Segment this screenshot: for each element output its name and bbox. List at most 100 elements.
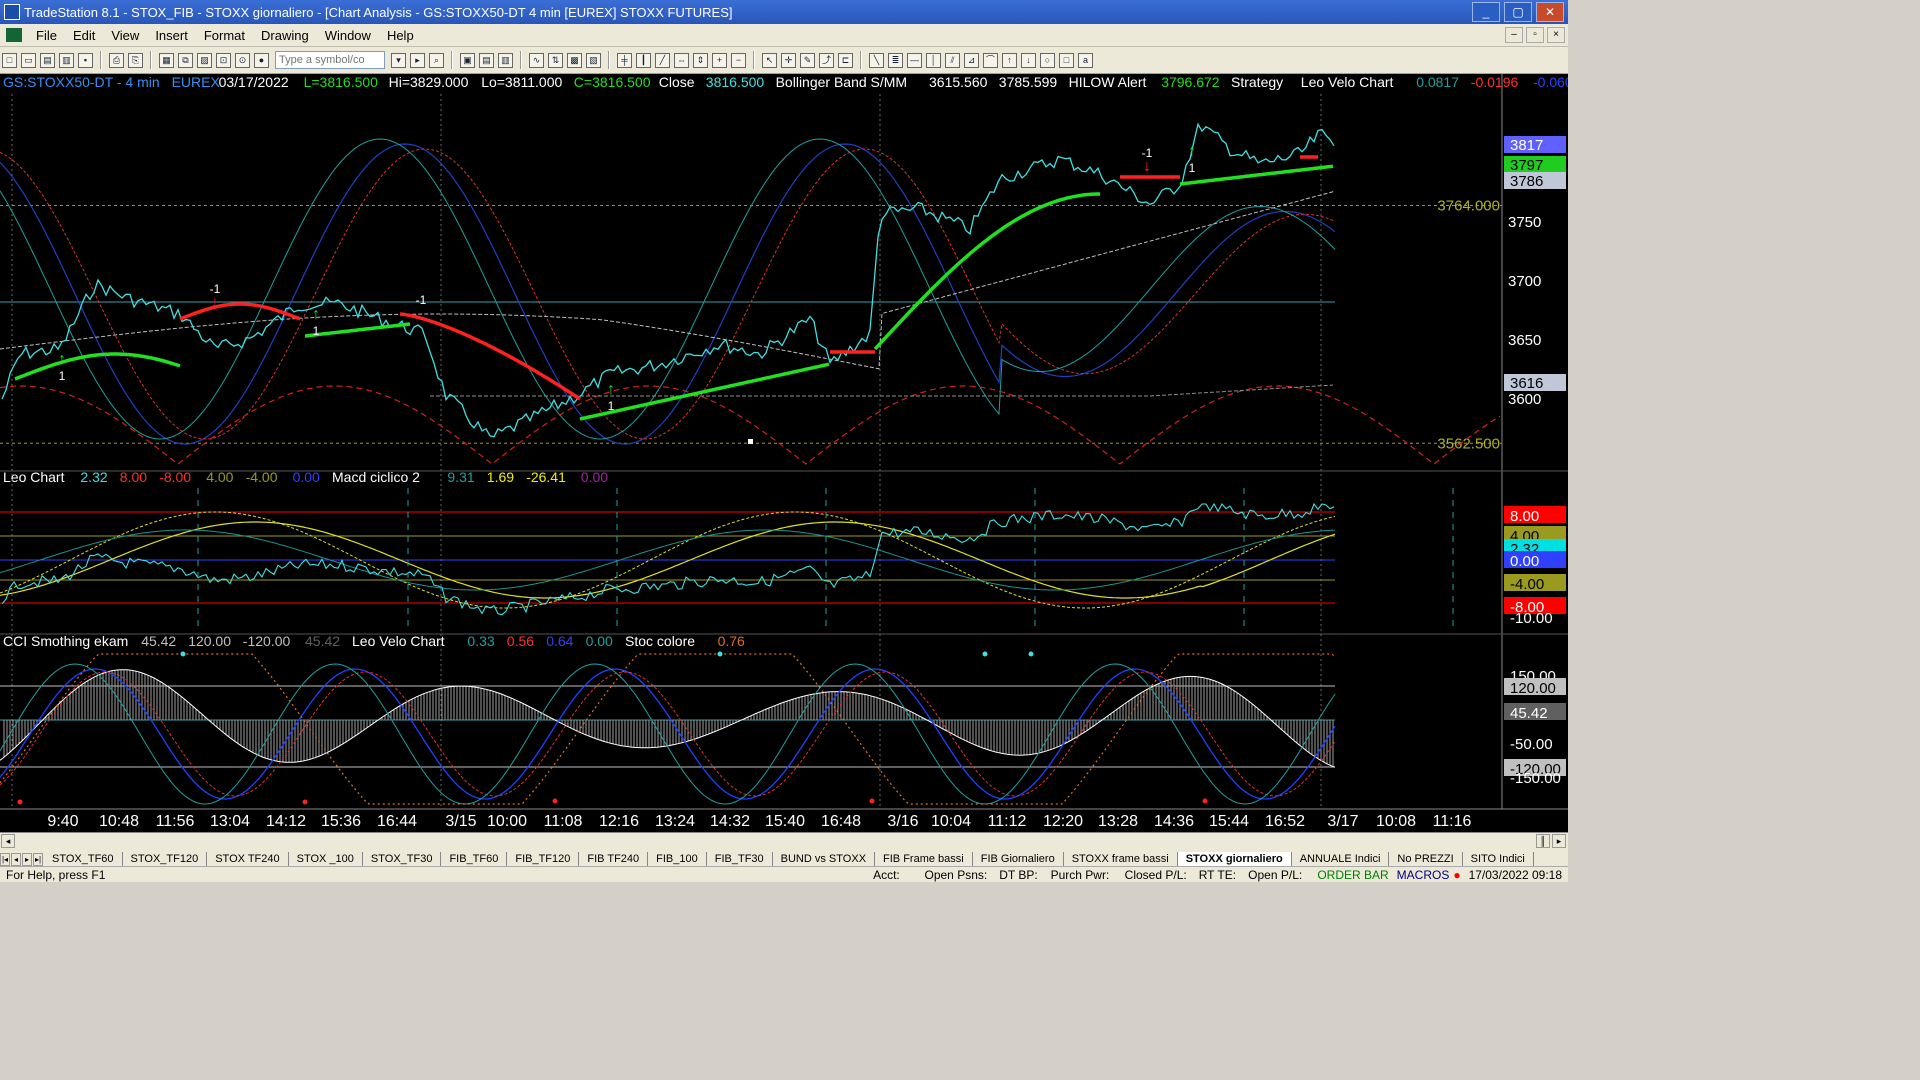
hline-icon[interactable]: ― bbox=[907, 52, 922, 68]
symbol-input[interactable] bbox=[275, 51, 385, 69]
minimize-button[interactable]: _ bbox=[1472, 2, 1500, 22]
menu-drawing[interactable]: Drawing bbox=[253, 28, 317, 43]
tab-stoxx-frame-bassi[interactable]: STOXX frame bassi bbox=[1064, 852, 1178, 866]
tab-no-prezzi[interactable]: No PREZZI bbox=[1389, 852, 1463, 866]
scroll-thumb[interactable]: ║ bbox=[1536, 834, 1550, 848]
go-icon[interactable]: ▸ bbox=[410, 52, 425, 68]
copy-icon[interactable]: ⧉ bbox=[178, 52, 193, 68]
analysis-icon[interactable]: ▧ bbox=[586, 52, 601, 68]
arc-icon[interactable]: ⌒ bbox=[983, 52, 998, 68]
menu-file[interactable]: File bbox=[28, 28, 65, 43]
bracket-icon[interactable]: ⊏ bbox=[838, 52, 853, 68]
close-button[interactable]: ✕ bbox=[1536, 2, 1564, 22]
tab-fib-tf120[interactable]: FIB_TF120 bbox=[507, 852, 580, 866]
chart-icon[interactable]: ▣ bbox=[460, 52, 475, 68]
scroll-left-icon[interactable]: ◂ bbox=[1, 834, 15, 848]
channel-icon[interactable]: ⫽ bbox=[945, 52, 960, 68]
zoom-out-icon[interactable]: − bbox=[731, 52, 746, 68]
radar-icon[interactable]: ▤ bbox=[479, 52, 494, 68]
price-badge-2: 3786 bbox=[1510, 173, 1543, 190]
strategy-arrow-1: ↓ bbox=[211, 294, 219, 311]
vline-icon[interactable]: │ bbox=[926, 52, 941, 68]
tab-stox-tf240[interactable]: STOX TF240 bbox=[207, 852, 289, 866]
tab-last-icon[interactable]: ▸| bbox=[33, 853, 43, 866]
symbol-dropdown-icon[interactable]: ▾ bbox=[391, 52, 406, 68]
arrow-down-icon[interactable]: ↓ bbox=[1021, 52, 1036, 68]
tab-fib-100[interactable]: FIB_100 bbox=[648, 852, 707, 866]
menu-format[interactable]: Format bbox=[196, 28, 253, 43]
line-chart-icon[interactable]: ╱ bbox=[655, 52, 670, 68]
tools-icon[interactable]: ✎ bbox=[800, 52, 815, 68]
menu-help[interactable]: Help bbox=[379, 28, 422, 43]
candle-icon[interactable]: ┃ bbox=[636, 52, 651, 68]
maximize-button[interactable]: ▢ bbox=[1504, 2, 1532, 22]
format-icon[interactable]: ▩ bbox=[567, 52, 582, 68]
window-icon[interactable]: ▦ bbox=[159, 52, 174, 68]
new-workspace-icon[interactable]: ▥ bbox=[59, 52, 74, 68]
tab-fib-tf30[interactable]: FIB_TF30 bbox=[707, 852, 773, 866]
arrow-up-icon[interactable]: ↑ bbox=[1002, 52, 1017, 68]
tab-stoxx-giornaliero[interactable]: STOXX giornaliero bbox=[1177, 852, 1292, 866]
link-icon[interactable]: ⊙ bbox=[235, 52, 250, 68]
tab-prev-icon[interactable]: ◂ bbox=[11, 853, 21, 866]
menu-window[interactable]: Window bbox=[317, 28, 379, 43]
scale-icon[interactable]: ⇕ bbox=[693, 52, 708, 68]
tab-fib-frame-bassi[interactable]: FIB Frame bassi bbox=[875, 852, 973, 866]
text-icon[interactable]: a bbox=[1078, 52, 1093, 68]
tab-first-icon[interactable]: |◂ bbox=[0, 853, 10, 866]
print-icon[interactable]: ⎙ bbox=[109, 52, 124, 68]
menu-view[interactable]: View bbox=[103, 28, 147, 43]
zoom-in-icon[interactable]: + bbox=[712, 52, 727, 68]
new-icon[interactable]: □ bbox=[2, 52, 17, 68]
tab-bund-vs-stoxx[interactable]: BUND vs STOXX bbox=[773, 852, 876, 866]
mdi-close-button[interactable]: × bbox=[1547, 27, 1565, 43]
ellipse-icon[interactable]: ○ bbox=[1040, 52, 1055, 68]
globe-icon[interactable]: ● bbox=[254, 52, 269, 68]
open-workspace-icon[interactable]: ▤ bbox=[40, 52, 55, 68]
trendline-icon[interactable]: ╲ bbox=[869, 52, 884, 68]
scroll-icon[interactable]: ⇔ bbox=[674, 52, 689, 68]
chart-canvas[interactable]: GS:STOXX50-DT - 4 min EUREX03/17/2022 L=38… bbox=[0, 74, 1568, 832]
tab-fib-tf240[interactable]: FIB TF240 bbox=[579, 852, 649, 866]
chart-header-value-0: GS:STOXX50-DT - 4 min bbox=[3, 74, 160, 90]
status-macros[interactable]: MACROS bbox=[1391, 868, 1452, 882]
chart-window-icon[interactable] bbox=[6, 28, 22, 42]
symbol-lookup-icon[interactable]: ⌕ bbox=[429, 52, 444, 68]
time-axis-label-16: 10:04 bbox=[931, 813, 971, 830]
tab-stox-tf120[interactable]: STOX_TF120 bbox=[123, 852, 208, 866]
horizontal-scrollbar[interactable]: ◂ ║ ▸ bbox=[0, 832, 1568, 849]
paste-icon[interactable]: ▨ bbox=[197, 52, 212, 68]
help-text: For Help, press F1 bbox=[6, 867, 106, 882]
print-preview-icon[interactable]: ⎘ bbox=[128, 52, 143, 68]
open-icon[interactable]: ▭ bbox=[21, 52, 36, 68]
tab-stox-tf30[interactable]: STOX_TF30 bbox=[363, 852, 442, 866]
panel3-axis-label-1: 120.00 bbox=[1510, 680, 1556, 697]
tab-stox-tf60[interactable]: STOX_TF60 bbox=[44, 852, 123, 866]
export-icon[interactable]: ⤴ bbox=[819, 52, 834, 68]
status-order-bar[interactable]: ORDER BAR bbox=[1311, 868, 1390, 882]
menu-insert[interactable]: Insert bbox=[147, 28, 196, 43]
fib-icon[interactable]: ≣ bbox=[888, 52, 903, 68]
tab-fib-tf60[interactable]: FIB_TF60 bbox=[441, 852, 508, 866]
bar-chart-icon[interactable]: ╪ bbox=[617, 52, 632, 68]
crosshair-icon[interactable]: ✛ bbox=[781, 52, 796, 68]
scroll-right-icon[interactable]: ▸ bbox=[1552, 834, 1566, 848]
tab-sito-indici[interactable]: SITO Indici bbox=[1463, 852, 1534, 866]
tab-next-icon[interactable]: ▸ bbox=[22, 853, 32, 866]
strategy-icon[interactable]: ⇅ bbox=[548, 52, 563, 68]
tab-fib-giornaliero[interactable]: FIB Giornaliero bbox=[973, 852, 1064, 866]
panel2-axis-label-4: -4.00 bbox=[1510, 576, 1544, 593]
indicator-icon[interactable]: ∿ bbox=[529, 52, 544, 68]
pointer-icon[interactable]: ↖ bbox=[762, 52, 777, 68]
save-icon[interactable]: ▪ bbox=[78, 52, 93, 68]
mdi-minimize-button[interactable]: – bbox=[1505, 27, 1523, 43]
matrix-icon[interactable]: ▥ bbox=[498, 52, 513, 68]
lock-icon[interactable]: ⊡ bbox=[216, 52, 231, 68]
rectangle-icon[interactable]: □ bbox=[1059, 52, 1074, 68]
gann-icon[interactable]: ⊿ bbox=[964, 52, 979, 68]
menu-edit[interactable]: Edit bbox=[65, 28, 103, 43]
tab-stox-100[interactable]: STOX _100 bbox=[289, 852, 363, 866]
tab-annuale-indici[interactable]: ANNUALE Indici bbox=[1292, 852, 1390, 866]
mdi-restore-button[interactable]: ▫ bbox=[1526, 27, 1544, 43]
chart-analysis-window[interactable]: GS:STOXX50-DT - 4 min EUREX 03/17/2022 L=38… bbox=[0, 74, 1568, 832]
